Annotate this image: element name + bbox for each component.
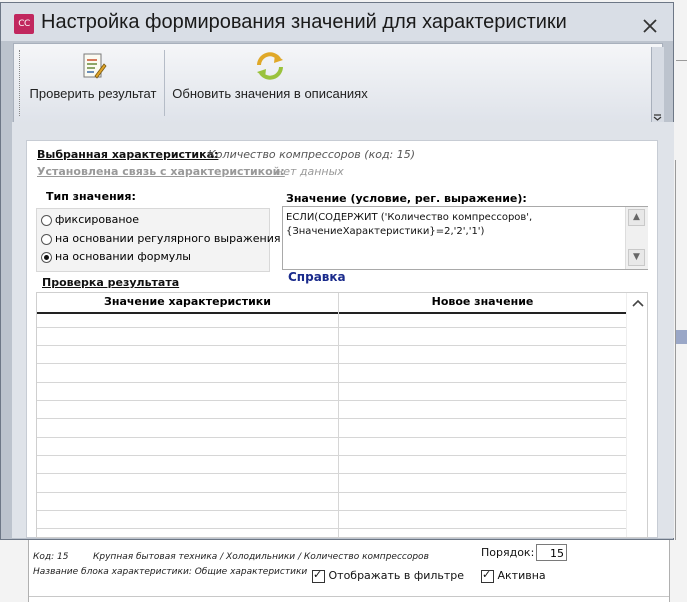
- table-row[interactable]: [37, 510, 626, 511]
- ribbon-scroll[interactable]: [651, 47, 664, 125]
- order-label: Порядок:: [481, 546, 535, 559]
- active-label: Активна: [497, 569, 546, 582]
- formula-textarea[interactable]: ЕСЛИ(СОДЕРЖИТ ('Количество компрессоров'…: [282, 206, 648, 270]
- table-row[interactable]: [37, 492, 626, 493]
- formula-text: ЕСЛИ(СОДЕРЖИТ ('Количество компрессоров'…: [286, 212, 533, 237]
- table-row[interactable]: [37, 327, 626, 328]
- table-row[interactable]: [37, 455, 626, 456]
- close-icon[interactable]: [641, 17, 659, 35]
- bg-line: [676, 60, 687, 61]
- radio-fixed[interactable]: фиксированое: [41, 213, 139, 231]
- table-row[interactable]: [37, 363, 626, 364]
- grid-header: Значение характеристики Новое значение: [37, 293, 626, 314]
- radio-icon: [41, 214, 52, 226]
- radio-fixed-label: фиксированое: [55, 213, 140, 226]
- grid-column-divider: [338, 293, 339, 537]
- radio-icon: [41, 233, 52, 245]
- linked-characteristic-label[interactable]: Установлена связь с характеристикой:: [37, 165, 285, 178]
- selected-characteristic-label[interactable]: Выбранная характеристика:: [37, 148, 218, 161]
- chevron-down-icon: [653, 114, 662, 121]
- value-type-title: Тип значения:: [46, 190, 136, 203]
- column-header-value[interactable]: Значение характеристики: [37, 295, 338, 308]
- column-header-new-value[interactable]: Новое значение: [339, 295, 626, 308]
- selected-characteristic-value: Количество компрессоров (код: 15): [208, 148, 416, 161]
- bg-divider: [675, 160, 676, 540]
- help-link[interactable]: Справка: [288, 270, 346, 284]
- bg-divider: [29, 596, 669, 597]
- linked-characteristic-value: нет данных: [276, 165, 344, 178]
- title-bar: CC Настройка формирования значений для х…: [1, 3, 673, 41]
- show-in-filter-checkbox[interactable]: Отображать в фильтре: [312, 568, 465, 583]
- table-row[interactable]: [37, 382, 626, 383]
- grid-scrollbar[interactable]: [626, 293, 647, 537]
- scroll-up-icon[interactable]: ▲: [628, 209, 645, 226]
- ribbon-grip[interactable]: [19, 50, 22, 116]
- refresh-icon: [257, 52, 283, 80]
- checkbox-checked-icon: [481, 568, 494, 583]
- checkbox-checked-icon: [312, 568, 325, 583]
- table-row[interactable]: [37, 528, 626, 529]
- dialog-title: Настройка формирования значений для хара…: [41, 11, 567, 33]
- ribbon-toolbar: Проверить результат Обновить значения в …: [13, 43, 663, 123]
- chevron-up-icon[interactable]: [632, 299, 644, 307]
- bg-category-path: Крупная бытовая техника / Холодильники /…: [93, 552, 429, 562]
- table-row[interactable]: [37, 473, 626, 474]
- refresh-values-button[interactable]: Обновить значения в описаниях: [170, 44, 370, 122]
- background-details-panel: Код: 15 Крупная бытовая техника / Холоди…: [28, 536, 670, 602]
- radio-formula-label: на основании формулы: [55, 250, 191, 263]
- app-icon: CC: [14, 14, 34, 34]
- check-result-label: Проверить результат: [29, 86, 157, 101]
- ribbon-separator: [164, 50, 165, 116]
- scroll-down-icon[interactable]: ▼: [628, 249, 645, 266]
- radio-formula[interactable]: на основании формулы: [41, 250, 191, 268]
- table-row[interactable]: [37, 437, 626, 438]
- radio-regex[interactable]: на основании регулярного выражения: [41, 232, 280, 250]
- table-row[interactable]: [37, 345, 626, 346]
- bg-scroll-marker: [676, 330, 687, 344]
- result-check-title: Проверка результата: [42, 276, 180, 289]
- table-row[interactable]: [37, 418, 626, 419]
- show-in-filter-label: Отображать в фильтре: [328, 569, 465, 582]
- bg-block-name: Название блока характеристики: Общие хар…: [33, 567, 308, 577]
- bg-code: Код: 15: [33, 552, 69, 562]
- radio-selected-icon: [41, 251, 52, 263]
- value-type-group: фиксированое на основании регулярного вы…: [36, 208, 280, 272]
- formula-title: Значение (условие, рег. выражение):: [286, 192, 527, 205]
- order-input[interactable]: 15: [536, 544, 567, 561]
- active-checkbox[interactable]: Активна: [481, 568, 546, 583]
- document-edit-icon: [83, 53, 107, 79]
- result-grid: Значение характеристики Новое значение: [36, 292, 648, 538]
- table-row[interactable]: [37, 400, 626, 401]
- check-result-button[interactable]: Проверить результат: [26, 44, 160, 122]
- radio-regex-label: на основании регулярного выражения: [55, 232, 281, 245]
- formula-scrollbar[interactable]: ▲ ▼: [625, 207, 648, 269]
- refresh-values-label: Обновить значения в описаниях: [172, 86, 368, 101]
